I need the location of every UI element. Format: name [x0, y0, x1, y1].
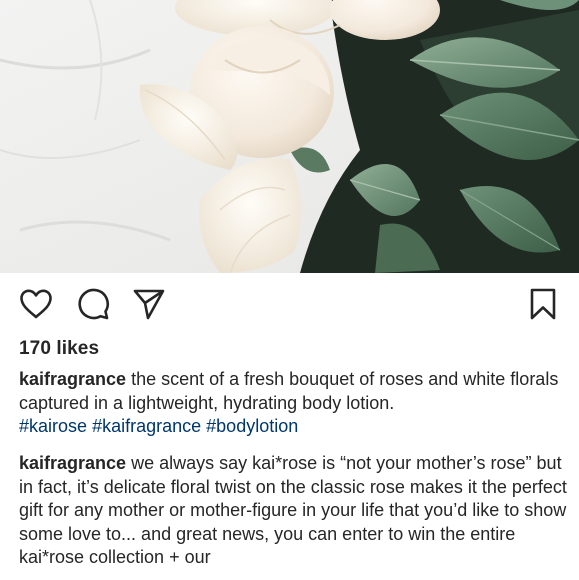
hashtag-link[interactable]: #bodylotion — [206, 416, 298, 436]
instagram-post: 170 likes kaifragrance the scent of a fr… — [0, 0, 579, 580]
post-action-bar — [0, 273, 579, 335]
like-button[interactable] — [19, 287, 53, 321]
hashtag-link[interactable]: #kairose — [19, 416, 87, 436]
hashtag-link[interactable]: #kaifragrance — [92, 416, 201, 436]
rose-photo — [0, 0, 579, 273]
caption-username[interactable]: kaifragrance — [19, 369, 126, 389]
share-button[interactable] — [132, 287, 166, 321]
paper-plane-icon — [133, 289, 165, 320]
heart-icon — [20, 289, 52, 319]
post-image[interactable] — [0, 0, 579, 273]
like-count[interactable]: 170 likes — [19, 338, 99, 360]
caption-2: kaifragrance we always say kai*rose is “… — [19, 452, 567, 570]
comment-button[interactable] — [76, 287, 110, 321]
comment-bubble-icon — [78, 288, 109, 320]
save-button[interactable] — [526, 287, 560, 321]
caption-1: kaifragrance the scent of a fresh bouque… — [19, 368, 567, 439]
caption-username[interactable]: kaifragrance — [19, 453, 126, 473]
bookmark-icon — [530, 288, 556, 320]
hashtag-list: #kairose #kaifragrance #bodylotion — [19, 416, 298, 436]
